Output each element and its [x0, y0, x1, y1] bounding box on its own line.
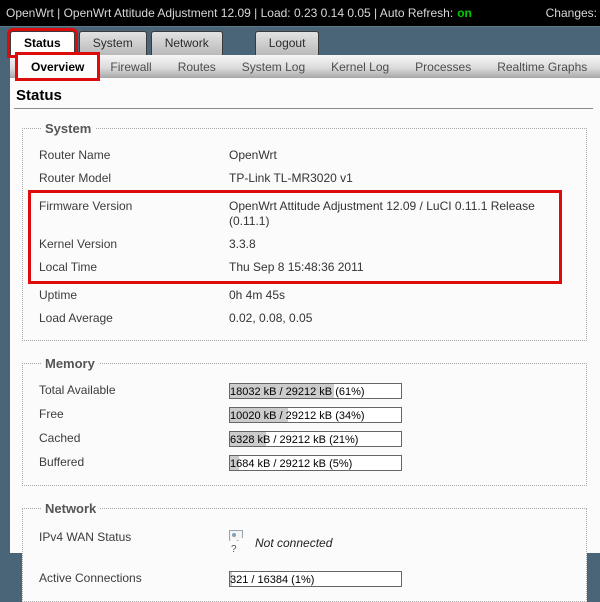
memory-row-free: Free 10020 kB / 29212 kB (34%)	[39, 403, 572, 427]
system-row-local-time: Local Time Thu Sep 8 15:48:36 2011	[39, 256, 559, 279]
tab-system[interactable]: System	[78, 31, 147, 55]
row-label: Free	[39, 407, 64, 421]
network-section-legend: Network	[45, 501, 97, 516]
wan-status-text: Not connected	[255, 536, 333, 550]
system-section-legend: System	[45, 121, 92, 136]
memory-section-legend: Memory	[45, 356, 95, 371]
topbar-left-text: OpenWrt | OpenWrt Attitude Adjustment 12…	[6, 6, 472, 20]
memory-progressbar-buffered: 1684 kB / 29212 kB (5%)	[229, 455, 402, 471]
row-label: Active Connections	[39, 571, 142, 585]
subtab-system-log[interactable]: System Log	[229, 55, 318, 78]
row-value: 0.02, 0.08, 0.05	[229, 311, 313, 325]
system-row-router-model: Router Model TP-Link TL-MR3020 v1	[39, 167, 572, 190]
progressbar-text: 18032 kB / 29212 kB (61%)	[230, 386, 365, 398]
row-label: Firmware Version	[39, 199, 133, 213]
connections-progressbar: 321 / 16384 (1%)	[229, 571, 402, 587]
row-value: OpenWrt	[229, 148, 277, 162]
row-label: IPv4 WAN Status	[39, 530, 132, 544]
row-label: Total Available	[39, 383, 116, 397]
sub-tab-bar: Overview Firewall Routes System Log Kern…	[10, 52, 600, 81]
row-label: Router Name	[39, 148, 111, 162]
subtab-kernel-log[interactable]: Kernel Log	[318, 55, 402, 78]
subtab-processes[interactable]: Processes	[402, 55, 484, 78]
tab-status[interactable]: Status	[7, 28, 78, 58]
network-section: Network IPv4 WAN Status ? Not connected …	[22, 501, 587, 602]
topbar-system-info: OpenWrt | OpenWrt Attitude Adjustment 12…	[6, 6, 454, 20]
system-row-router-name: Router Name OpenWrt	[39, 144, 572, 167]
row-label: Cached	[39, 431, 81, 445]
auto-refresh-state[interactable]: on	[457, 6, 472, 20]
progressbar-text: 10020 kB / 29212 kB (34%)	[230, 410, 365, 422]
system-row-kernel-version: Kernel Version 3.3.8	[39, 233, 559, 256]
progressbar-text: 1684 kB / 29212 kB (5%)	[230, 458, 353, 470]
memory-progressbar-total: 18032 kB / 29212 kB (61%)	[229, 383, 402, 399]
subtab-realtime-graphs[interactable]: Realtime Graphs	[484, 55, 600, 78]
row-value: 0h 4m 45s	[229, 288, 286, 302]
network-row-active-connections: Active Connections 321 / 16384 (1%)	[39, 567, 572, 591]
page-title: Status	[14, 87, 593, 109]
system-section: System Router Name OpenWrt Router Model …	[22, 121, 587, 341]
tab-logout[interactable]: Logout	[254, 31, 320, 55]
row-value: Thu Sep 8 15:48:36 2011	[229, 260, 364, 274]
subtab-firewall[interactable]: Firewall	[97, 55, 164, 78]
progressbar-text: 321 / 16384 (1%)	[230, 574, 315, 586]
content-area: Status System Router Name OpenWrt Router…	[10, 78, 600, 602]
row-label: Buffered	[39, 455, 85, 469]
memory-section: Memory Total Available 18032 kB / 29212 …	[22, 356, 587, 486]
memory-progressbar-free: 10020 kB / 29212 kB (34%)	[229, 407, 402, 423]
top-status-bar: OpenWrt | OpenWrt Attitude Adjustment 12…	[0, 0, 600, 26]
system-row-uptime: Uptime 0h 4m 45s	[39, 284, 572, 307]
row-value: 3.3.8	[229, 237, 256, 251]
annotation-box-firmware: Firmware Version OpenWrt Attitude Adjust…	[28, 190, 562, 284]
row-label: Local Time	[39, 260, 98, 274]
row-label: Router Model	[39, 171, 112, 185]
memory-progressbar-cached: 6328 kB / 29212 kB (21%)	[229, 431, 402, 447]
row-value: TP-Link TL-MR3020 v1	[229, 171, 353, 185]
network-row-wan-status: IPv4 WAN Status ? Not connected	[39, 524, 572, 567]
broken-image-glyph	[229, 530, 243, 541]
subtab-routes[interactable]: Routes	[165, 55, 229, 78]
row-label: Uptime	[39, 288, 78, 302]
changes-indicator[interactable]: Changes:	[546, 6, 597, 20]
main-tab-bar: Status System Network Logout	[0, 26, 600, 58]
system-row-firmware-version: Firmware Version OpenWrt Attitude Adjust…	[39, 195, 559, 233]
memory-row-cached: Cached 6328 kB / 29212 kB (21%)	[39, 427, 572, 451]
system-row-load-average: Load Average 0.02, 0.08, 0.05	[39, 307, 572, 330]
subtab-overview[interactable]: Overview	[14, 52, 101, 81]
memory-row-total-available: Total Available 18032 kB / 29212 kB (61%…	[39, 379, 572, 403]
tab-network[interactable]: Network	[150, 31, 223, 55]
broken-image-alt-text: ?	[231, 544, 237, 555]
row-label: Load Average	[39, 311, 113, 325]
memory-row-buffered: Buffered 1684 kB / 29212 kB (5%)	[39, 451, 572, 475]
progressbar-text: 6328 kB / 29212 kB (21%)	[230, 434, 359, 446]
row-value: OpenWrt Attitude Adjustment 12.09 / LuCI…	[229, 199, 535, 228]
row-label: Kernel Version	[39, 237, 118, 251]
